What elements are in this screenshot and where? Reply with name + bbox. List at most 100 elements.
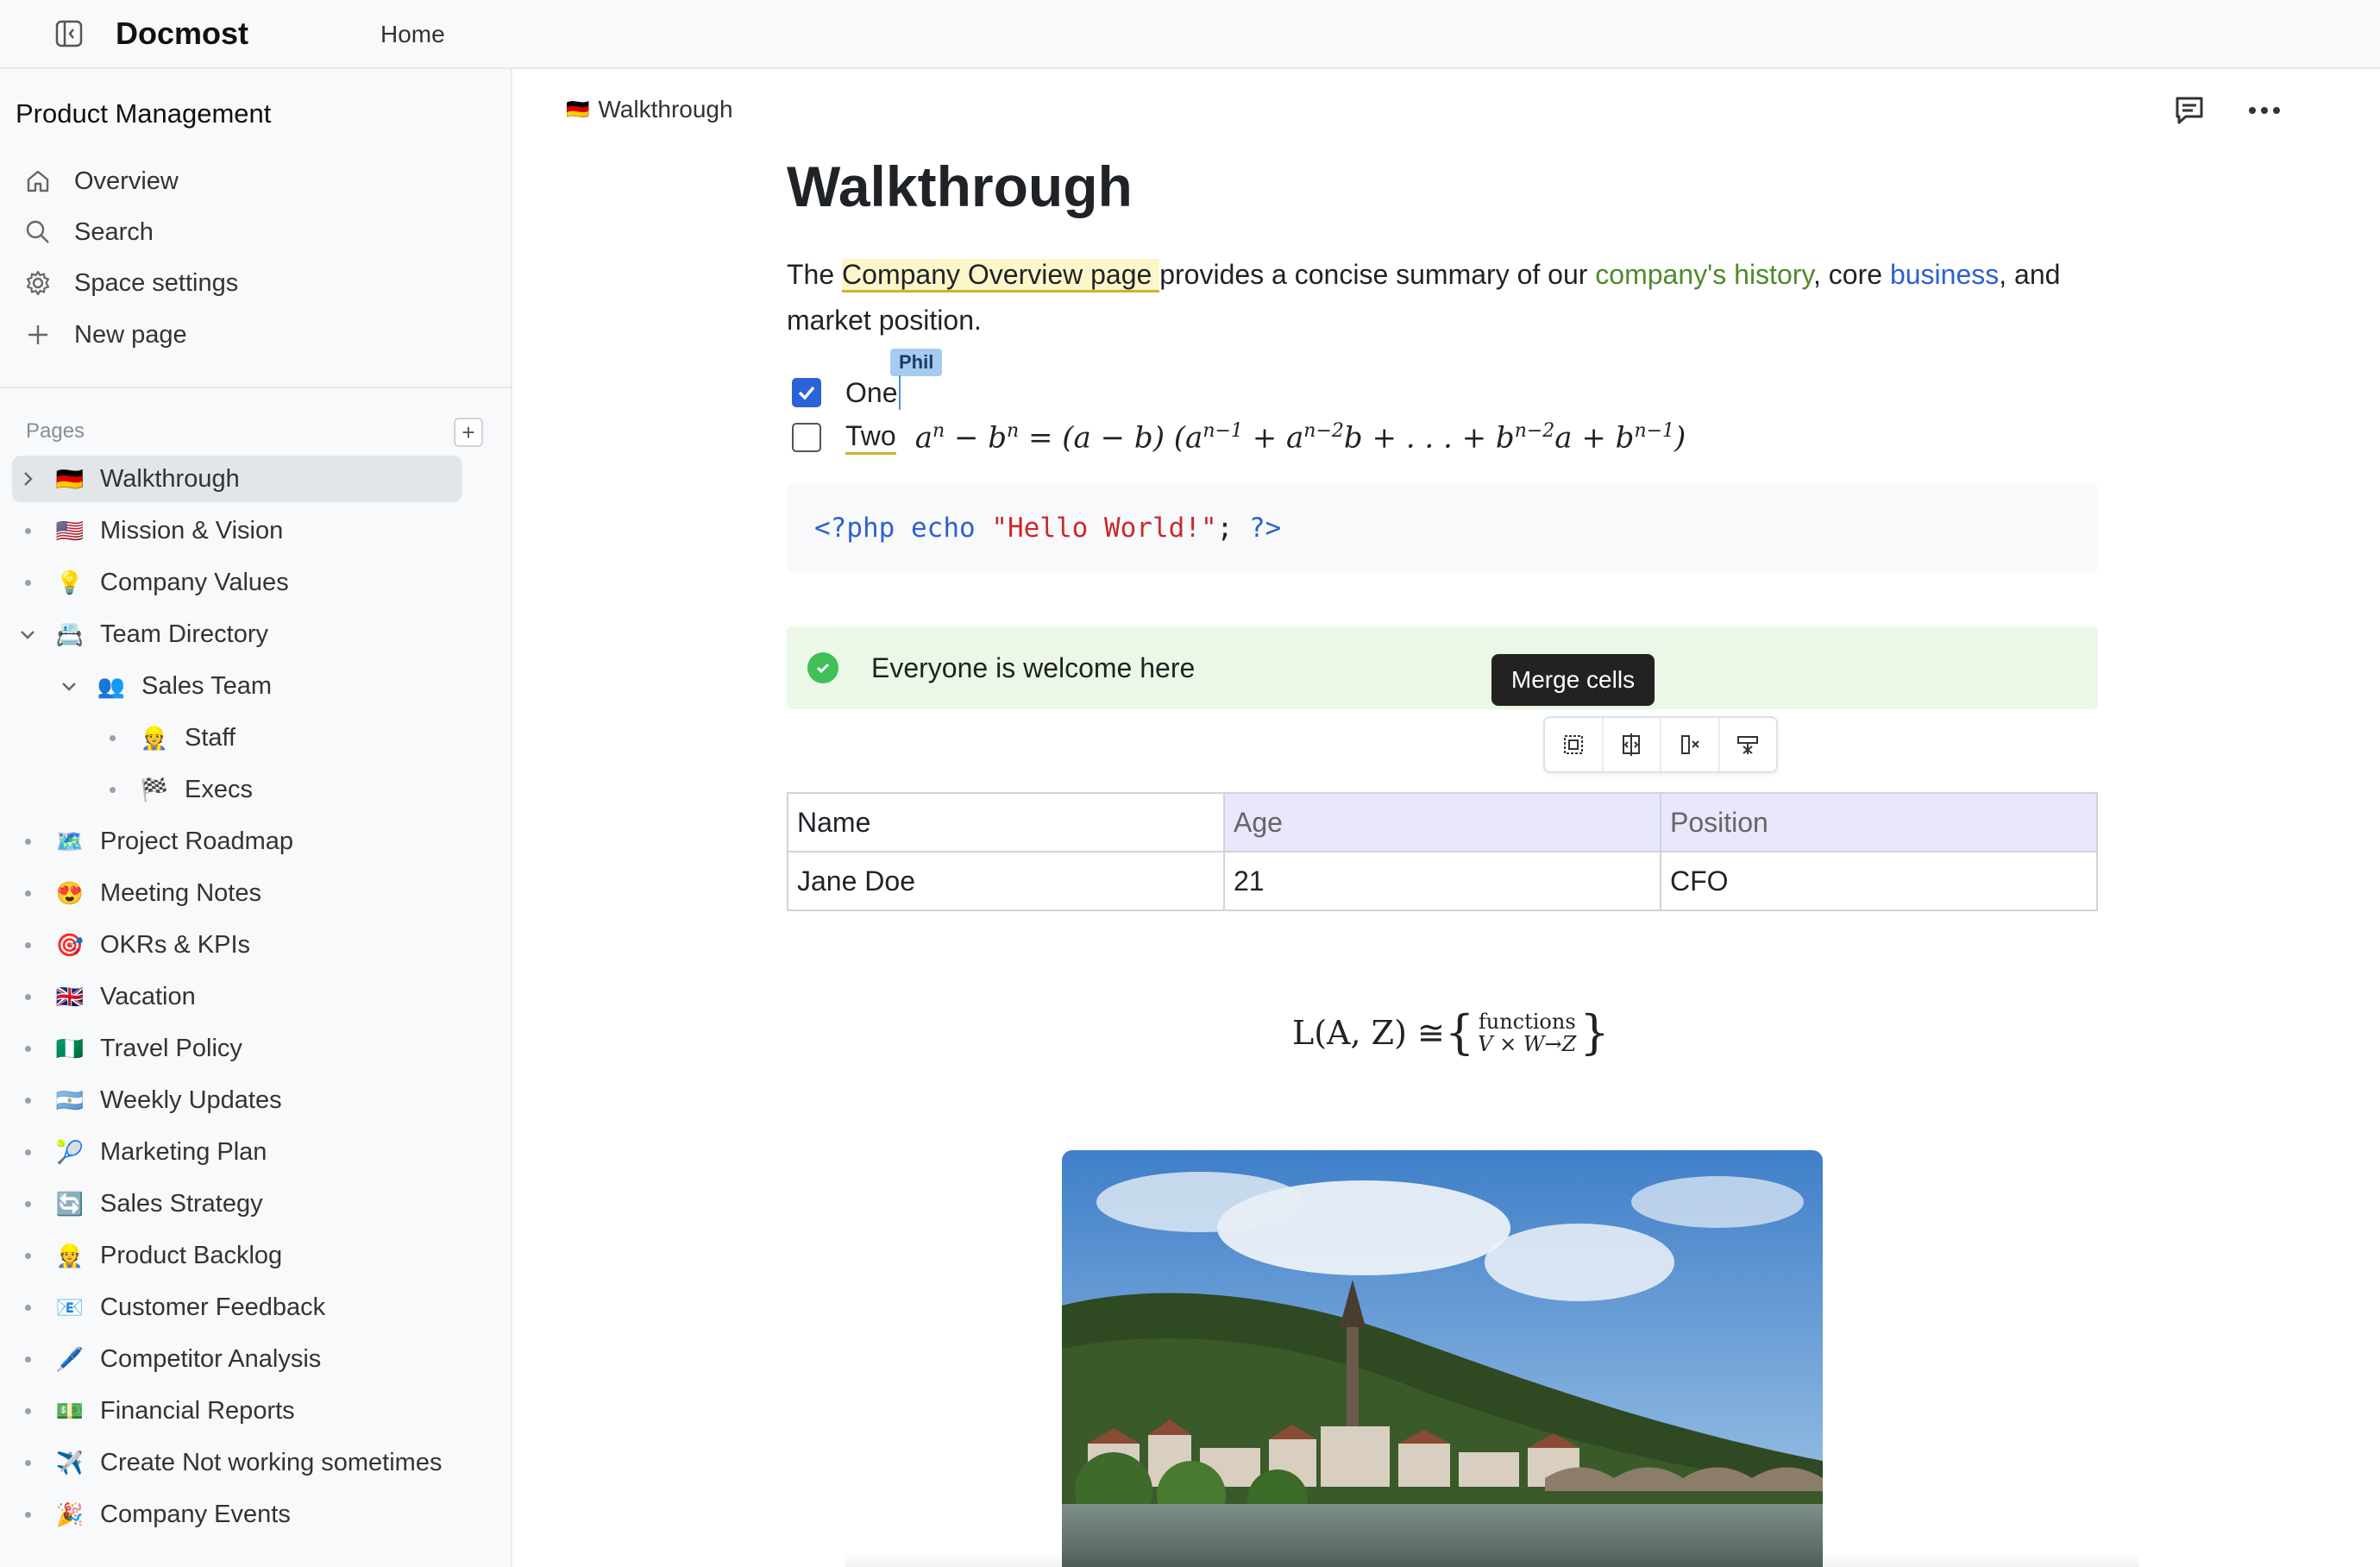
- page-tree-item[interactable]: 🔄 Sales Strategy: [12, 1180, 263, 1227]
- delete-column-icon[interactable]: [1661, 718, 1720, 771]
- page-tree-item[interactable]: 🇦🇷 Weekly Updates: [12, 1077, 282, 1123]
- page-emoji: 👥: [97, 672, 126, 699]
- sidebar-item-overview[interactable]: Overview: [22, 159, 471, 204]
- table-cell[interactable]: Jane Doe: [787, 851, 1225, 911]
- page-tree-item[interactable]: 🎉 Company Events: [12, 1491, 291, 1538]
- page-tree-item[interactable]: 🇺🇸 Mission & Vision: [12, 507, 283, 554]
- code-token: "Hello World!": [991, 513, 1217, 544]
- paragraph-text: , core: [1813, 259, 1890, 290]
- sidebar-item-new-page[interactable]: New page: [22, 312, 471, 357]
- bullet-icon: [12, 1033, 43, 1064]
- merge-cells-tooltip: Merge cells: [1491, 654, 1655, 706]
- chevron-right-icon[interactable]: [12, 463, 43, 494]
- page-label: Weekly Updates: [100, 1086, 282, 1114]
- page-tree-item[interactable]: 🏁 Execs: [97, 766, 253, 813]
- page-tree-item[interactable]: 📧 Customer Feedback: [12, 1284, 325, 1331]
- sidebar-item-search[interactable]: Search: [22, 210, 471, 255]
- add-page-button[interactable]: +: [454, 418, 483, 447]
- app-brand[interactable]: Docmost: [116, 12, 248, 55]
- table-cell[interactable]: Name: [787, 792, 1225, 853]
- space-name[interactable]: Product Management: [16, 95, 271, 133]
- callout-success[interactable]: Everyone is welcome here: [787, 626, 2098, 709]
- code-token: ;: [1216, 513, 1234, 544]
- code-block[interactable]: <?php echo "Hello World!"; ?>: [787, 483, 2098, 573]
- page-emoji: 🇩🇪: [55, 465, 85, 492]
- bullet-icon: [12, 878, 43, 909]
- home-link[interactable]: Home: [380, 17, 445, 52]
- table-cell[interactable]: CFO: [1660, 851, 2098, 911]
- breadcrumb[interactable]: 🇩🇪 Walkthrough: [566, 93, 733, 126]
- breadcrumb-emoji: 🇩🇪: [566, 98, 590, 120]
- sidebar-item-space-settings[interactable]: Space settings: [22, 261, 471, 305]
- page-label: Company Events: [100, 1500, 291, 1528]
- check-circle-icon: [807, 652, 838, 683]
- page-emoji: 📇: [55, 620, 85, 647]
- chevron-down-icon[interactable]: [53, 670, 85, 702]
- bullet-icon: [12, 826, 43, 857]
- page-tree-item[interactable]: 💡 Company Values: [12, 559, 289, 606]
- page-tree-item[interactable]: 🎯 OKRs & KPIs: [12, 922, 250, 968]
- page-label: Team Directory: [100, 620, 268, 648]
- bullet-icon: [12, 1240, 43, 1271]
- page-title[interactable]: Walkthrough: [787, 148, 1133, 224]
- table-cell-selected[interactable]: Age: [1223, 792, 1661, 853]
- task-checkbox-unchecked[interactable]: [792, 423, 821, 452]
- page-label: Travel Policy: [100, 1034, 242, 1062]
- formula-numerator: functions: [1478, 1010, 1576, 1034]
- home-icon: [22, 166, 53, 197]
- page-tree-item[interactable]: 🗺️ Project Roadmap: [12, 818, 293, 865]
- page-label: Staff: [185, 723, 236, 752]
- page-emoji: 🔄: [55, 1190, 85, 1217]
- document-table: Name Age Position Jane Doe 21 CFO: [787, 792, 2098, 911]
- bullet-icon: [12, 929, 43, 960]
- task-label[interactable]: One: [845, 377, 897, 409]
- page-tree-item[interactable]: 🇳🇬 Travel Policy: [12, 1025, 242, 1072]
- page-tree-item[interactable]: 👷 Product Backlog: [12, 1232, 282, 1279]
- task-label[interactable]: Two: [845, 420, 896, 455]
- page-label: Vacation: [100, 982, 196, 1010]
- page-tree-item-sales-team[interactable]: 👥 Sales Team: [53, 663, 272, 709]
- page-label: Competitor Analysis: [100, 1344, 322, 1373]
- bullet-icon: [97, 774, 128, 805]
- document-paragraph[interactable]: The Company Overview page provides a con…: [787, 252, 2115, 343]
- task-checkbox-checked[interactable]: [792, 378, 821, 407]
- embedded-photo-river-town[interactable]: [1062, 1150, 1823, 1567]
- math-block-equation[interactable]: L(A, Z) ≅ { functions V × W→Z }: [1292, 1010, 1610, 1056]
- page-tree-item[interactable]: 🎾 Marketing Plan: [12, 1129, 267, 1175]
- search-icon: [22, 217, 53, 248]
- page-tree-item[interactable]: 😍 Meeting Notes: [12, 870, 261, 916]
- scroll-shadow: [845, 1553, 2139, 1567]
- page-emoji: 🎯: [55, 931, 85, 958]
- page-label: Project Roadmap: [100, 827, 294, 855]
- split-cell-icon[interactable]: [1604, 718, 1661, 771]
- formula-denominator: V × W→Z: [1478, 1032, 1577, 1056]
- merge-cells-icon[interactable]: [1545, 718, 1604, 771]
- colored-text-blue: business: [1889, 259, 2000, 290]
- page-emoji: 🎉: [55, 1501, 85, 1527]
- paragraph-text: The: [787, 259, 843, 290]
- sidebar-item-label: New page: [74, 320, 187, 349]
- toggle-header-row-icon[interactable]: [1720, 718, 1777, 771]
- page-emoji: 🇦🇷: [55, 1086, 85, 1113]
- page-tree-item[interactable]: ✈️ Create Not working sometimes: [12, 1439, 442, 1486]
- page-emoji: 😍: [55, 879, 85, 906]
- page-tree-item-walkthrough[interactable]: 🇩🇪 Walkthrough: [12, 456, 462, 502]
- table-toolbar: [1543, 716, 1778, 773]
- page-tree-item[interactable]: 🖊️ Competitor Analysis: [12, 1336, 321, 1382]
- code-token: <?php: [814, 513, 895, 544]
- chevron-down-icon[interactable]: [12, 619, 43, 650]
- page-emoji: 🗺️: [55, 828, 85, 854]
- page-tree-item[interactable]: 💵 Financial Reports: [12, 1388, 295, 1434]
- bullet-icon: [12, 1344, 43, 1375]
- math-inline-equation[interactable]: an − bn = (a − b) (an−1 + an−2b + . . . …: [915, 420, 1686, 455]
- more-options-icon[interactable]: [2245, 93, 2284, 128]
- table-cell[interactable]: 21: [1223, 851, 1661, 911]
- plus-icon: [22, 319, 53, 350]
- page-label: Financial Reports: [100, 1396, 295, 1425]
- sidebar-toggle-icon[interactable]: [53, 18, 85, 49]
- page-tree-item[interactable]: 👷 Staff: [97, 714, 235, 761]
- page-tree-item[interactable]: 🇬🇧 Vacation: [12, 973, 196, 1020]
- page-tree-item-team-directory[interactable]: 📇 Team Directory: [12, 611, 268, 658]
- comments-icon[interactable]: [2172, 93, 2207, 128]
- table-cell-selected[interactable]: Position: [1660, 792, 2098, 853]
